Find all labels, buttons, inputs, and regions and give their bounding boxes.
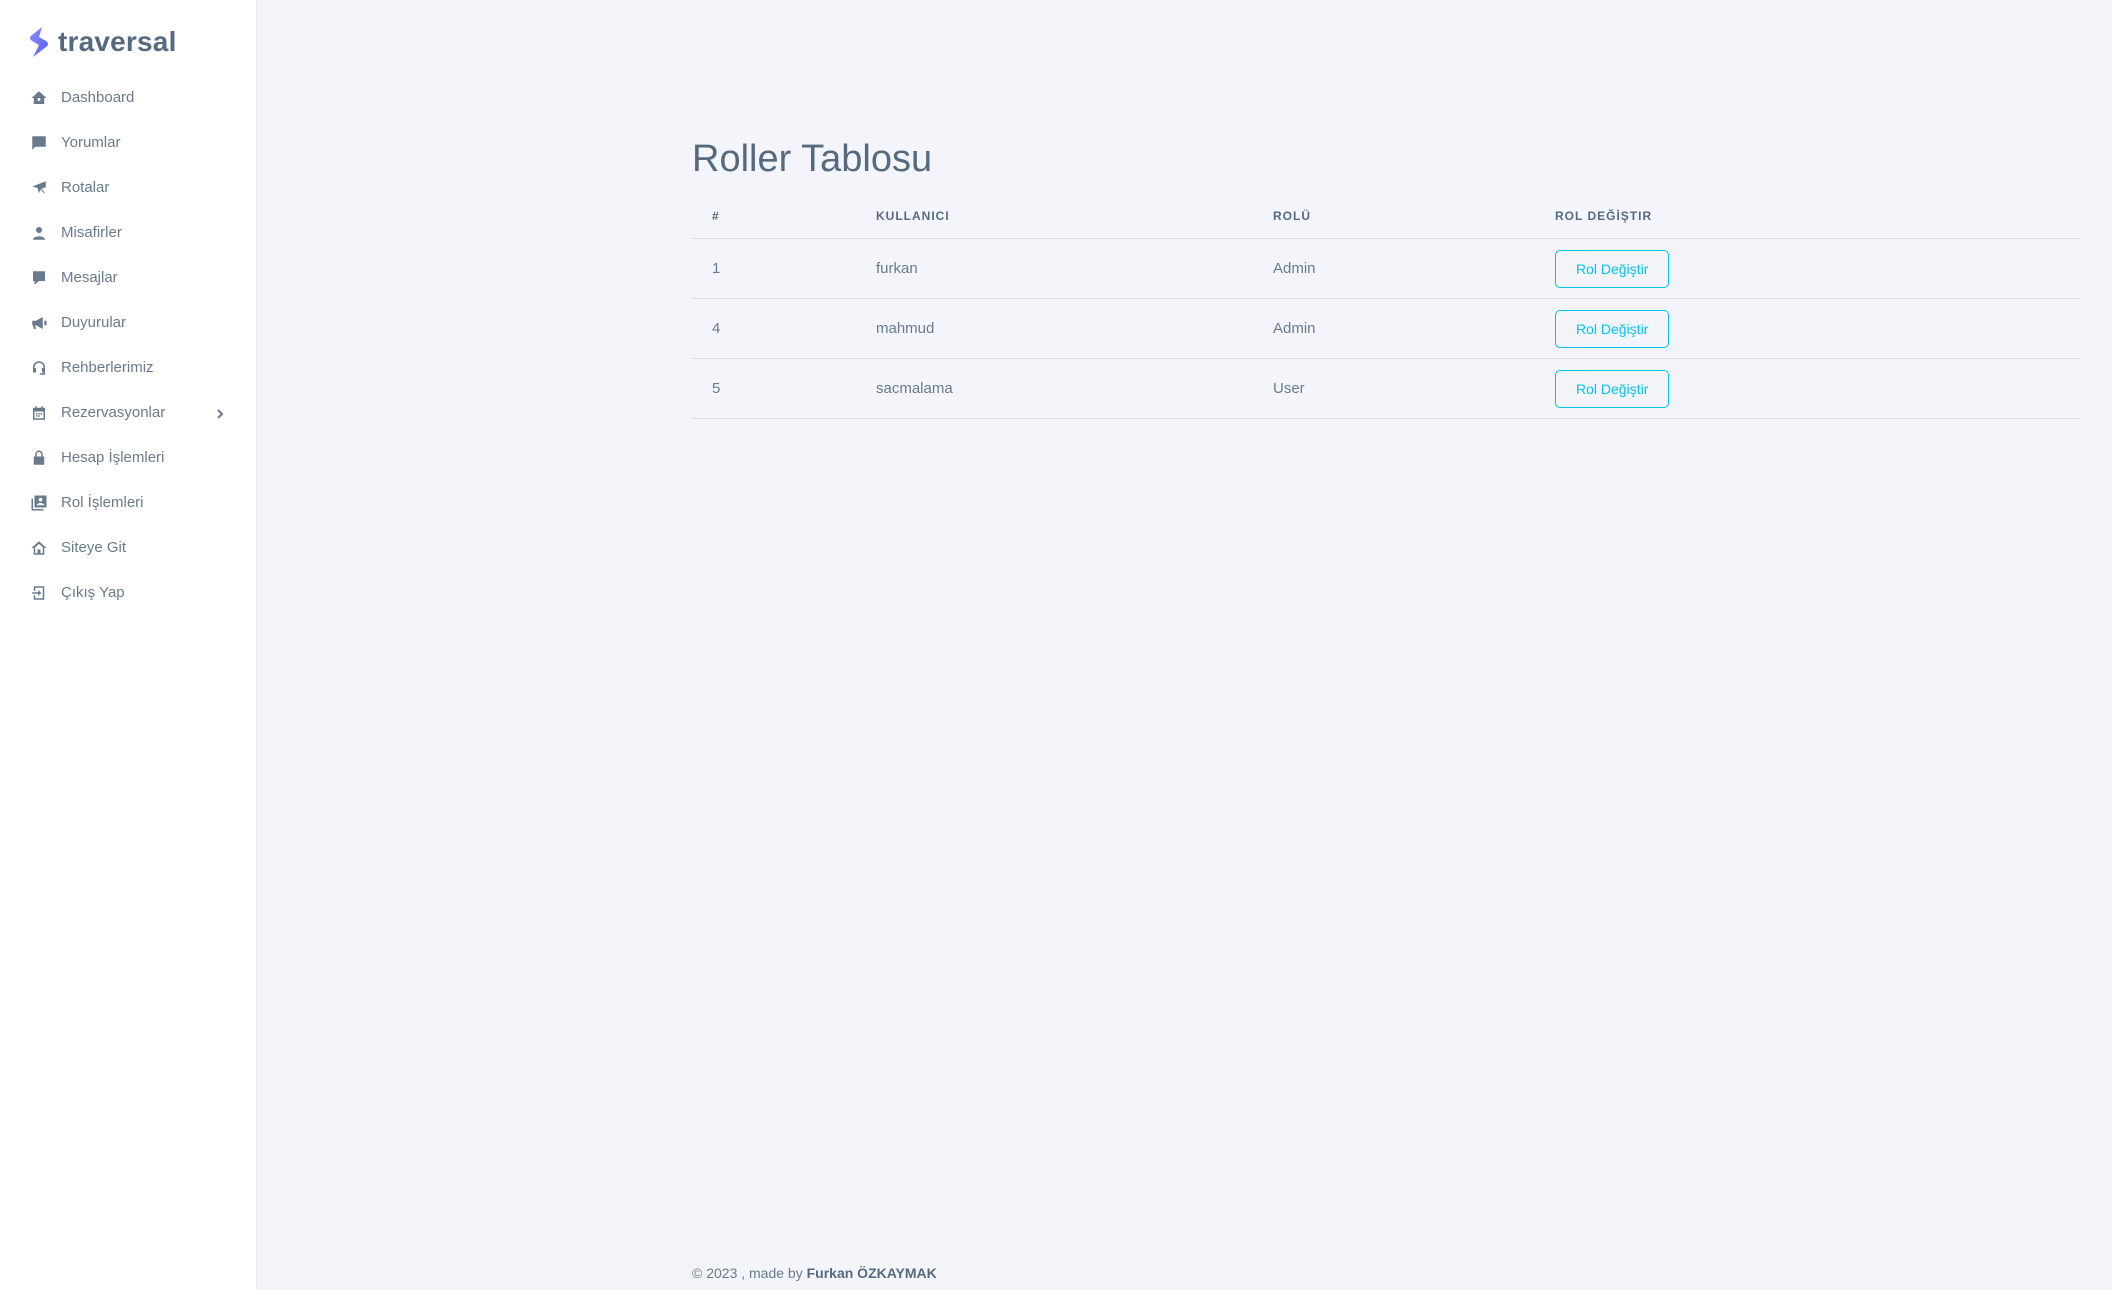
message-icon — [30, 269, 48, 287]
sidebar-item-label: Rotalar — [61, 179, 110, 196]
sidebar-menu: Dashboard Yorumlar Rotalar Misafirler Me… — [0, 75, 256, 615]
cell-role: Admin — [1253, 298, 1535, 359]
footer-author-link[interactable]: Furkan ÖZKAYMAK — [807, 1265, 937, 1281]
cell-action: Rol Değiştir — [1535, 238, 2080, 299]
cell-user: sacmalama — [856, 358, 1253, 419]
sidebar: traversal Dashboard Yorumlar Rotalar Mis… — [0, 0, 257, 1290]
footer: © 2023 , made by Furkan ÖZKAYMAK — [692, 1265, 937, 1281]
comment-icon — [30, 134, 48, 152]
calendar-icon — [30, 404, 48, 422]
headset-icon — [30, 359, 48, 377]
sidebar-item-duyurular[interactable]: Duyurular — [0, 300, 256, 345]
footer-copyright: © 2023 , made by — [692, 1265, 807, 1281]
house-outline-icon — [30, 539, 48, 557]
airplane-icon — [30, 179, 48, 197]
sidebar-item-label: Dashboard — [61, 89, 135, 106]
sidebar-item-label: Rezervasyonlar — [61, 404, 166, 421]
brand-link[interactable]: traversal — [28, 24, 177, 60]
cell-id: 5 — [692, 358, 856, 419]
id-card-icon — [30, 494, 48, 512]
sidebar-item-label: Rehberlerimiz — [61, 359, 154, 376]
column-header-action: ROL DEĞİŞTIR — [1535, 194, 2080, 239]
table-row: 1 furkan Admin Rol Değiştir — [692, 238, 2080, 299]
change-role-button[interactable]: Rol Değiştir — [1555, 309, 1670, 348]
megaphone-icon — [30, 314, 48, 332]
roles-table: # KULLANICI ROLÜ ROL DEĞİŞTIR 1 furkan A… — [692, 194, 2080, 419]
sidebar-item-rotalar[interactable]: Rotalar — [0, 165, 256, 210]
sidebar-item-label: Duyurular — [61, 314, 127, 331]
main-content: Roller Tablosu # KULLANICI ROLÜ ROL DEĞİ… — [692, 130, 2080, 419]
chevron-right-icon — [214, 407, 226, 419]
logout-icon — [30, 584, 48, 602]
sidebar-item-cikis-yap[interactable]: Çıkış Yap — [0, 570, 256, 615]
sidebar-item-dashboard[interactable]: Dashboard — [0, 75, 256, 120]
table-row: 4 mahmud Admin Rol Değiştir — [692, 298, 2080, 359]
sidebar-item-label: Siteye Git — [61, 539, 127, 556]
sidebar-item-siteye-git[interactable]: Siteye Git — [0, 525, 256, 570]
user-icon — [30, 224, 48, 242]
sidebar-item-misafirler[interactable]: Misafirler — [0, 210, 256, 255]
brand-name: traversal — [58, 26, 177, 57]
lock-icon — [30, 449, 48, 467]
sidebar-item-label: Misafirler — [61, 224, 122, 241]
sidebar-item-hesap-islemleri[interactable]: Hesap İşlemleri — [0, 435, 256, 480]
column-header-role: ROLÜ — [1253, 194, 1535, 239]
page-title: Roller Tablosu — [692, 138, 933, 180]
sidebar-item-rezervasyonlar[interactable]: Rezervasyonlar — [0, 390, 256, 435]
sidebar-item-label: Rol İşlemleri — [61, 494, 144, 511]
sidebar-item-label: Hesap İşlemleri — [61, 449, 165, 466]
home-icon — [30, 89, 48, 107]
change-role-button[interactable]: Rol Değiştir — [1555, 369, 1670, 408]
cell-role: User — [1253, 358, 1535, 419]
cell-user: mahmud — [856, 298, 1253, 359]
sidebar-item-label: Yorumlar — [61, 134, 121, 151]
sidebar-item-label: Çıkış Yap — [61, 584, 125, 601]
cell-action: Rol Değiştir — [1535, 298, 2080, 359]
sidebar-item-yorumlar[interactable]: Yorumlar — [0, 120, 256, 165]
cell-user: furkan — [856, 238, 1253, 299]
table-header-row: # KULLANICI ROLÜ ROL DEĞİŞTIR — [692, 194, 2080, 239]
sidebar-item-label: Mesajlar — [61, 269, 118, 286]
cell-role: Admin — [1253, 238, 1535, 299]
cell-id: 4 — [692, 298, 856, 359]
change-role-button[interactable]: Rol Değiştir — [1555, 249, 1670, 288]
cell-id: 1 — [692, 238, 856, 299]
sidebar-item-mesajlar[interactable]: Mesajlar — [0, 255, 256, 300]
sidebar-item-rol-islemleri[interactable]: Rol İşlemleri — [0, 480, 256, 525]
table-row: 5 sacmalama User Rol Değiştir — [692, 358, 2080, 419]
column-header-id: # — [692, 194, 856, 239]
column-header-user: KULLANICI — [856, 194, 1253, 239]
cell-action: Rol Değiştir — [1535, 358, 2080, 419]
sidebar-item-rehberlerimiz[interactable]: Rehberlerimiz — [0, 345, 256, 390]
brand-logo-icon — [30, 27, 48, 57]
